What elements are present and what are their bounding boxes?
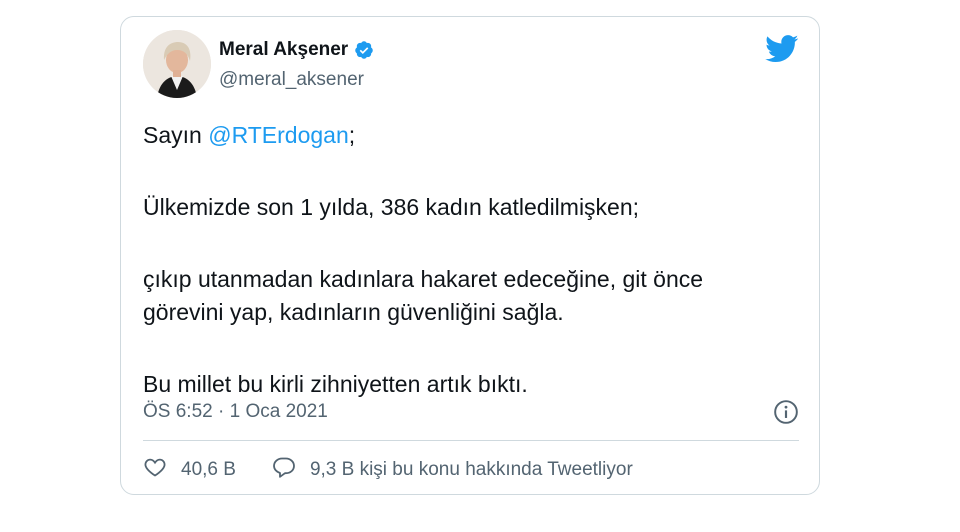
- greeting-suffix: ;: [348, 122, 356, 148]
- mention-link[interactable]: @RTErdogan: [208, 122, 349, 148]
- greeting-prefix: Sayın: [143, 122, 209, 148]
- tweet-paragraph-3-line-2: görevini yap, kadınların güvenliğini sağ…: [143, 299, 564, 325]
- reply-bubble-icon: [272, 455, 296, 485]
- tweet-paragraph-3-line-1: çıkıp utanmadan kadınlara hakaret edeceğ…: [143, 266, 704, 292]
- author-handle[interactable]: @meral_aksener: [219, 69, 364, 91]
- tweet-actions: 40,6 B 9,3 B kişi bu konu hakkında Tweet…: [143, 455, 633, 485]
- author-name-row[interactable]: Meral Akşener: [219, 39, 374, 61]
- avatar[interactable]: [143, 30, 211, 98]
- verified-badge-icon: [354, 40, 374, 60]
- twitter-bird-icon[interactable]: [765, 35, 799, 63]
- tweet-text: Sayın @RTErdogan; Ülkemizde son 1 yılda,…: [143, 119, 803, 401]
- reply-button[interactable]: 9,3 B kişi bu konu hakkında Tweetliyor: [272, 455, 633, 485]
- divider: [143, 440, 799, 441]
- info-icon[interactable]: [773, 399, 799, 425]
- tweet-paragraph-2: Ülkemizde son 1 yılda, 386 kadın katledi…: [143, 194, 640, 220]
- tweet-timestamp[interactable]: ÖS 6:52 · 1 Oca 2021: [143, 401, 328, 423]
- like-count: 40,6 B: [181, 459, 236, 480]
- tweet-card[interactable]: Meral Akşener @meral_aksener Sayın @RTEr…: [120, 16, 820, 495]
- like-button[interactable]: 40,6 B: [143, 455, 236, 485]
- tweet-paragraph-4: Bu millet bu kirli zihniyetten artık bık…: [143, 371, 528, 397]
- reply-text: 9,3 B kişi bu konu hakkında Tweetliyor: [309, 459, 633, 480]
- tweet-paragraph-greeting: Sayın @RTErdogan;: [143, 119, 803, 152]
- author-display-name[interactable]: Meral Akşener: [219, 39, 348, 61]
- heart-icon: [143, 455, 167, 485]
